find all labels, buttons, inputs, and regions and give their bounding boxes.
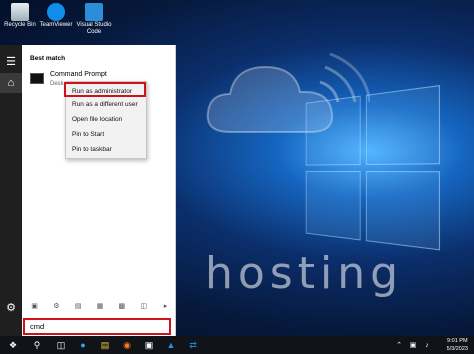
task-view-icon[interactable]: ◫ <box>52 336 70 354</box>
result-subtitle: Desk <box>50 81 64 87</box>
desktop-icon-recycle-bin[interactable]: Recycle Bin <box>2 3 38 29</box>
result-title: Command Prompt <box>50 71 107 78</box>
menu-item-pin-to-taskbar[interactable]: Pin to taskbar <box>66 142 146 157</box>
search-filter-bar: ▣ ⚙ ▤ ▦ ▩ ◫ ▸ <box>30 301 170 313</box>
vscode-icon <box>85 3 103 21</box>
menu-item-run-as-administrator[interactable]: Run as administrator <box>64 82 146 97</box>
volume-icon[interactable]: ♪ <box>418 336 436 354</box>
clock-time: 9:01 PM <box>447 338 468 344</box>
all-filter-icon[interactable]: ▣ <box>30 303 39 311</box>
photos-filter-icon[interactable]: ▩ <box>117 303 126 311</box>
settings-gear-icon[interactable]: ⚙ <box>0 297 22 317</box>
desktop-icon-label: Recycle Bin <box>4 22 36 28</box>
teamviewer-icon <box>47 3 65 21</box>
apps-filter-icon[interactable]: ⚙ <box>52 303 61 311</box>
context-menu: Run as administrator Run as a different … <box>64 81 147 159</box>
taskbar: ❖ ⚲ ◫ ● ▤ ◉ ▣ ▲ ⇄ ⌃ ▣ ♪ 9:01 PM 5/3/2023 <box>0 336 474 354</box>
recycle-bin-icon <box>11 3 29 21</box>
videos-filter-icon[interactable]: ◫ <box>139 303 148 311</box>
edge-icon[interactable]: ● <box>74 336 92 354</box>
file-explorer-icon[interactable]: ▤ <box>96 336 114 354</box>
menu-item-pin-to-start[interactable]: Pin to Start <box>66 127 146 142</box>
menu-item-run-as-different-user[interactable]: Run as a different user <box>66 97 146 112</box>
clock-date: 5/3/2023 <box>446 346 468 352</box>
hamburger-menu-icon[interactable]: ☰ <box>0 51 22 71</box>
menu-item-open-file-location[interactable]: Open file location <box>66 112 146 127</box>
home-icon[interactable]: ⌂ <box>0 73 22 93</box>
desktop-icon-label: Visual Studio Code <box>76 22 112 35</box>
vscode-taskbar-icon[interactable]: ▲ <box>162 336 180 354</box>
desktop-icon-label: TeamViewer <box>39 22 73 28</box>
more-filter-icon[interactable]: ▸ <box>161 303 170 311</box>
search-icon[interactable]: ⚲ <box>28 336 46 354</box>
hosting-watermark: hosting <box>205 248 404 299</box>
desktop-icon-teamviewer[interactable]: TeamViewer <box>38 3 74 29</box>
documents-filter-icon[interactable]: ▤ <box>74 303 83 311</box>
start-rail: ☰ ⌂ ⚙ <box>0 45 22 336</box>
folders-filter-icon[interactable]: ▦ <box>95 303 104 311</box>
section-title: Best match <box>30 55 66 62</box>
command-prompt-icon <box>30 73 44 84</box>
start-button-windows-icon[interactable]: ❖ <box>4 336 22 354</box>
clock[interactable]: 9:01 PM 5/3/2023 <box>447 337 468 353</box>
firefox-icon[interactable]: ◉ <box>118 336 136 354</box>
windows-logo-wallpaper <box>305 85 441 255</box>
server-manager-icon[interactable]: ▣ <box>140 336 158 354</box>
desktop-icon-vscode[interactable]: Visual Studio Code <box>76 3 112 36</box>
search-input[interactable]: cmd <box>23 318 171 335</box>
teamviewer-taskbar-icon[interactable]: ⇄ <box>184 336 202 354</box>
